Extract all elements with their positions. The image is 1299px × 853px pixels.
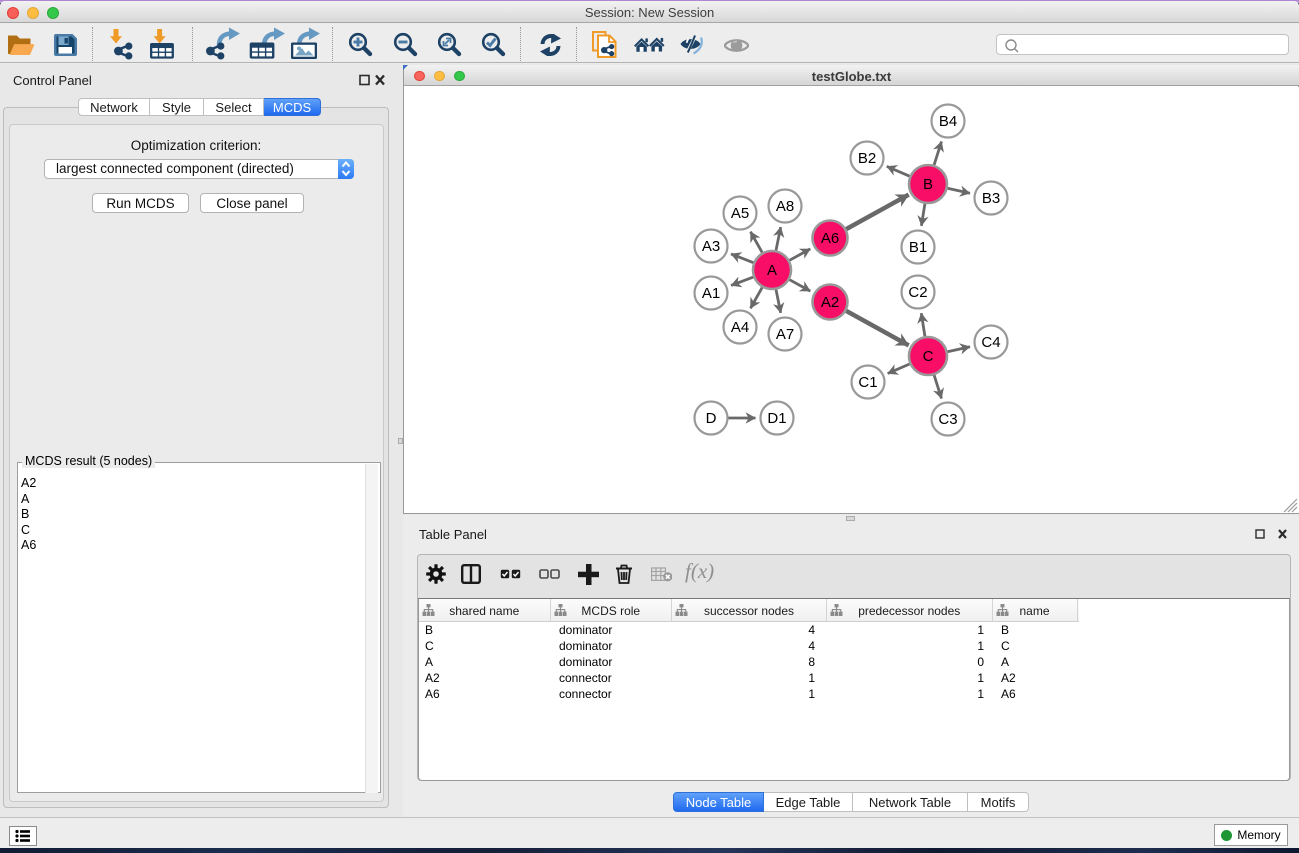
svg-text:C1: C1 bbox=[858, 374, 877, 391]
svg-text:B2: B2 bbox=[858, 150, 876, 167]
svg-text:A: A bbox=[767, 262, 777, 279]
svg-text:C2: C2 bbox=[908, 284, 927, 301]
svg-text:A7: A7 bbox=[776, 326, 794, 343]
svg-text:A5: A5 bbox=[731, 205, 749, 222]
svg-text:A8: A8 bbox=[776, 198, 794, 215]
svg-text:B1: B1 bbox=[909, 239, 927, 256]
svg-text:A6: A6 bbox=[821, 230, 839, 247]
svg-text:B: B bbox=[923, 176, 933, 193]
svg-text:A2: A2 bbox=[821, 294, 839, 311]
svg-text:C3: C3 bbox=[938, 411, 957, 428]
svg-text:B3: B3 bbox=[982, 190, 1000, 207]
svg-text:B4: B4 bbox=[939, 113, 957, 130]
svg-text:A1: A1 bbox=[702, 285, 720, 302]
svg-text:C4: C4 bbox=[981, 334, 1000, 351]
svg-text:A3: A3 bbox=[702, 238, 720, 255]
svg-text:D1: D1 bbox=[767, 410, 786, 427]
svg-text:A4: A4 bbox=[731, 319, 749, 336]
svg-text:D: D bbox=[706, 410, 717, 427]
svg-text:C: C bbox=[923, 348, 934, 365]
